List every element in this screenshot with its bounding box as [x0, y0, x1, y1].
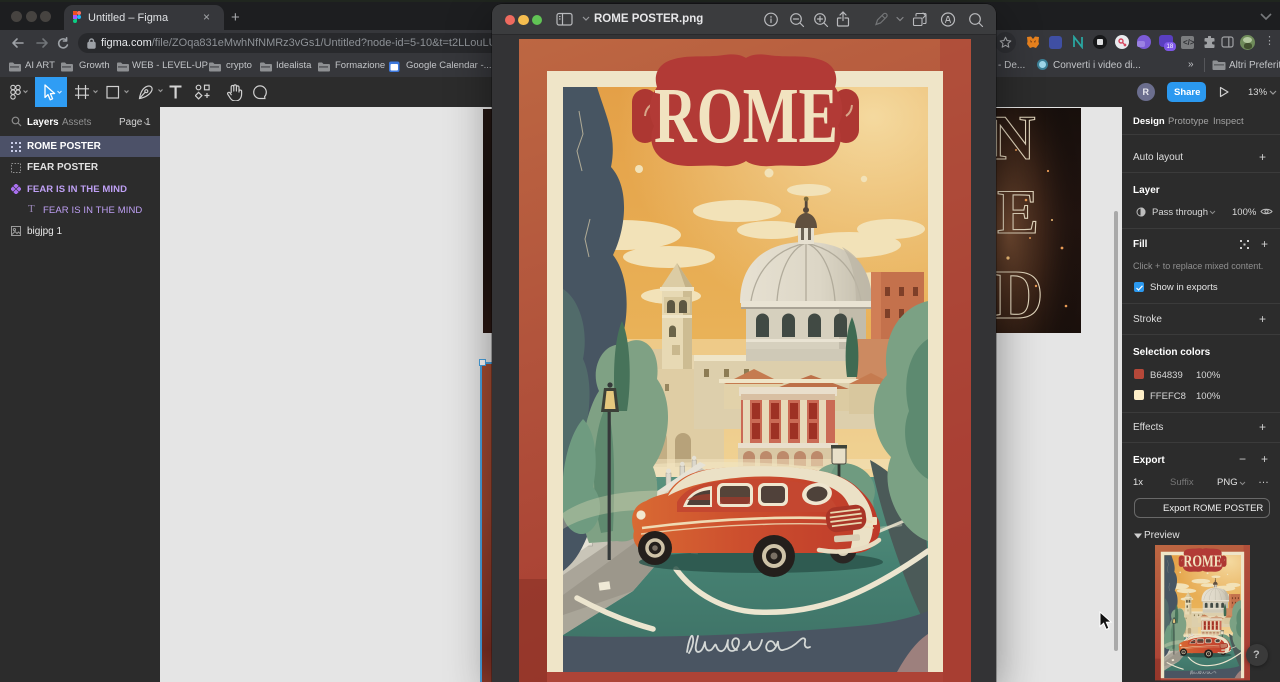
svg-text:ROME: ROME — [654, 73, 838, 160]
svg-text:E: E — [997, 177, 1039, 247]
svg-text:N: N — [996, 108, 1036, 173]
svg-text:D: D — [996, 257, 1044, 333]
